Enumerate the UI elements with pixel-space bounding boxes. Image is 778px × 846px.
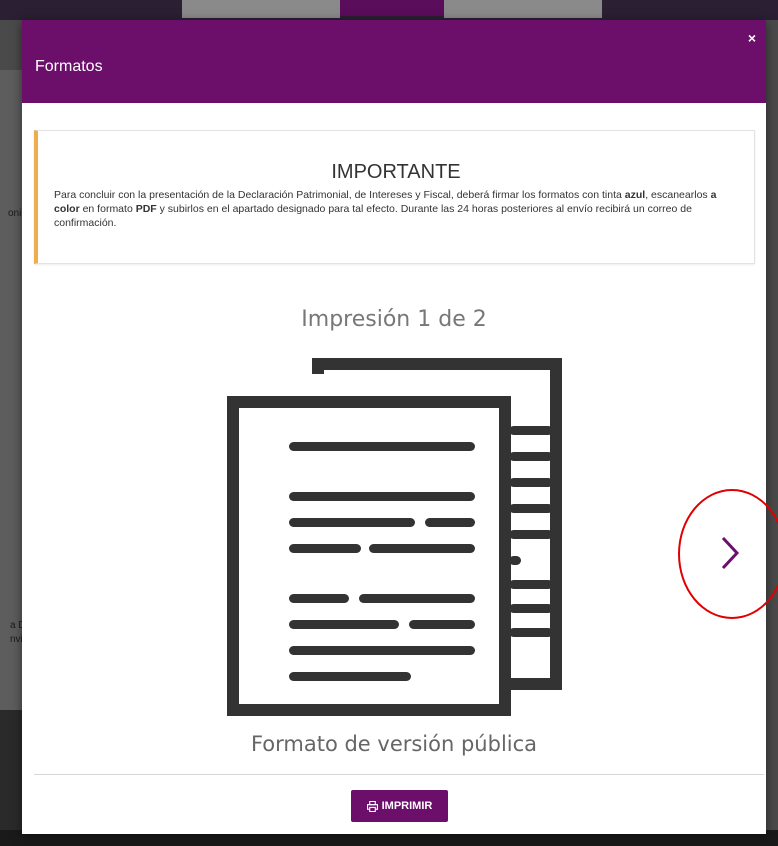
formats-modal: Formatos × IMPORTANTE Para concluir con … (22, 20, 778, 834)
modal-title: Formatos (35, 58, 103, 75)
notice-text: Para concluir con la presentación de la … (54, 189, 717, 229)
notice-emphasis: PDF (135, 203, 157, 215)
close-icon: × (747, 30, 757, 46)
print-button-label: IMPRIMIR (381, 800, 433, 812)
notice-emphasis: azul (624, 189, 646, 201)
carousel-heading: Impresión 1 de 2 (301, 307, 487, 332)
background-dark-band (0, 710, 22, 846)
background-left-edge (0, 20, 22, 846)
background-right-edge (766, 20, 778, 846)
background-content-band (0, 70, 22, 710)
documents-icon (227, 358, 562, 716)
modal-header: Formatos × (22, 20, 766, 103)
important-notice: IMPORTANTE Para concluir con la presenta… (34, 130, 755, 264)
background-nav-segment (182, 0, 340, 18)
footer-divider (34, 774, 764, 775)
background-nav-segment (444, 0, 602, 18)
carousel-next-button[interactable] (712, 528, 752, 578)
close-button[interactable]: × (744, 30, 760, 46)
printer-icon (366, 800, 378, 812)
background-text-fragment: nvi (10, 634, 23, 645)
background-top-bar (0, 0, 778, 20)
background-nav-segment-active (340, 0, 444, 16)
carousel-caption: Formato de versión pública (250, 732, 538, 756)
print-button[interactable]: IMPRIMIR (351, 790, 448, 822)
chevron-right-icon (721, 536, 740, 570)
notice-title: IMPORTANTE (331, 161, 461, 183)
